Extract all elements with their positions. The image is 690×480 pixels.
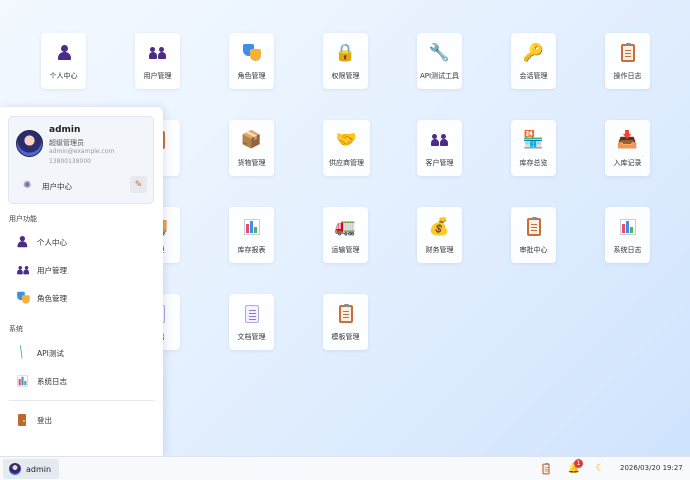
door-icon	[15, 413, 29, 427]
bar-chart-icon	[15, 374, 29, 388]
person-icon	[53, 42, 75, 64]
menu-item-user-management[interactable]: 用户管理	[9, 259, 155, 281]
app-profile-center[interactable]: 个人中心	[41, 33, 86, 89]
app-label: 库存总览	[519, 159, 548, 167]
menu-item-label: 用户管理	[37, 265, 67, 275]
app-permission-management[interactable]: 🔒 权限管理	[323, 33, 368, 89]
app-finance-management[interactable]: 💰 财务管理	[417, 207, 462, 263]
profile-email: admin@example.com	[49, 148, 115, 155]
masks-icon	[15, 291, 30, 305]
app-label: 审批中心	[519, 246, 548, 254]
logout-label: 登出	[37, 415, 52, 425]
avatar	[16, 130, 43, 157]
gear-icon[interactable]: ✺	[23, 181, 31, 191]
document-icon	[241, 303, 263, 325]
menu-item-label: 系统日志	[37, 376, 67, 386]
app-label: 入库记录	[613, 159, 642, 167]
app-customer-management[interactable]: 客户管理	[417, 120, 462, 176]
app-goods-management[interactable]: 📦 货物管理	[229, 120, 274, 176]
app-template-management[interactable]: 模板管理	[323, 294, 368, 350]
pencil-icon: ✎	[134, 179, 143, 190]
notification-badge: 1	[574, 459, 583, 468]
menu-item-label: 个人中心	[37, 237, 67, 247]
menu-item-system-log[interactable]: 系统日志	[9, 370, 155, 392]
taskbar-user-name: admin	[26, 464, 52, 474]
app-label: 模板管理	[331, 333, 360, 341]
menu-item-profile-center[interactable]: 个人中心	[9, 231, 155, 253]
section-title-user: 用户功能	[9, 215, 37, 223]
app-label: 系统日志	[613, 246, 642, 254]
profile-card: admin 超级管理员 admin@example.com 1380013800…	[8, 116, 154, 204]
menu-divider	[9, 400, 155, 401]
users-icon	[147, 42, 169, 64]
app-label: API测试工具	[419, 72, 460, 80]
taskbar: admin 🔔 ☾ 2026/03/20 19:27	[0, 456, 690, 480]
profile-role: 超级管理员	[49, 139, 84, 147]
wrench-icon: ╱	[16, 346, 28, 359]
section-title-system: 系统	[9, 325, 23, 333]
bar-chart-icon	[241, 216, 263, 238]
app-user-management[interactable]: 用户管理	[135, 33, 180, 89]
app-system-log[interactable]: 系统日志	[605, 207, 650, 263]
clipboard-icon[interactable]	[540, 463, 552, 475]
users-icon	[15, 263, 29, 277]
app-label: 操作日志	[613, 72, 642, 80]
start-menu: admin 超级管理员 admin@example.com 1380013800…	[0, 107, 163, 456]
clipboard-icon	[335, 303, 357, 325]
app-supplier-management[interactable]: 🤝 供应商管理	[323, 120, 370, 176]
app-label: 个人中心	[49, 72, 78, 80]
user-center-link[interactable]: 用户中心	[42, 181, 72, 192]
app-approval-center[interactable]: 审批中心	[511, 207, 556, 263]
app-label: 运输管理	[331, 246, 360, 254]
handshake-icon: 🤝	[335, 129, 358, 150]
moon-icon[interactable]: ☾	[594, 463, 606, 475]
app-inbound-records[interactable]: 📥 入库记录	[605, 120, 650, 176]
masks-icon	[241, 42, 263, 64]
app-label: 角色管理	[237, 72, 266, 80]
clipboard-icon	[523, 216, 545, 238]
app-session-management[interactable]: 🔑 会话管理	[511, 33, 556, 89]
start-button[interactable]: admin	[3, 459, 59, 479]
app-api-test-tool[interactable]: 🔧 API测试工具	[417, 33, 462, 89]
app-label: 库存报表	[237, 246, 266, 254]
profile-name: admin	[49, 125, 81, 135]
app-inventory-overview[interactable]: 🏪 库存总览	[511, 120, 556, 176]
app-label: 供应商管理	[329, 159, 364, 167]
app-label: 客户管理	[425, 159, 454, 167]
truck-icon: 🚛	[334, 216, 357, 237]
bar-chart-icon	[617, 216, 639, 238]
app-label: 文档管理	[237, 333, 266, 341]
app-role-management[interactable]: 角色管理	[229, 33, 274, 89]
wrench-icon: 🔧	[428, 42, 451, 63]
app-label: 权限管理	[331, 72, 360, 80]
store-icon: 🏪	[522, 129, 545, 150]
users-icon	[429, 129, 451, 151]
key-icon: 🔑	[522, 42, 545, 63]
package-icon: 📦	[240, 129, 263, 150]
avatar	[9, 463, 21, 475]
clipboard-icon	[617, 42, 639, 64]
menu-item-label: API测试	[37, 348, 64, 358]
menu-item-api-test[interactable]: ╱ API测试	[9, 342, 155, 364]
app-document-management[interactable]: 文档管理	[229, 294, 274, 350]
clock: 2026/03/20 19:27	[620, 464, 683, 472]
lock-icon: 🔒	[334, 42, 357, 63]
inbox-icon: 📥	[616, 129, 639, 150]
app-operation-log[interactable]: 操作日志	[605, 33, 650, 89]
menu-item-role-management[interactable]: 角色管理	[9, 287, 155, 309]
person-icon	[15, 235, 29, 249]
profile-phone: 13800138000	[49, 158, 91, 165]
app-label: 货物管理	[237, 159, 266, 167]
app-label: 会话管理	[519, 72, 548, 80]
logout-button[interactable]: 登出	[9, 409, 155, 431]
app-inventory-report[interactable]: 库存报表	[229, 207, 274, 263]
app-transport-management[interactable]: 🚛 运输管理	[323, 207, 368, 263]
edit-profile-button[interactable]: ✎	[130, 176, 147, 193]
menu-item-label: 角色管理	[37, 293, 67, 303]
app-label: 财务管理	[425, 246, 454, 254]
app-label: 用户管理	[143, 72, 172, 80]
money-bag-icon: 💰	[428, 216, 451, 237]
